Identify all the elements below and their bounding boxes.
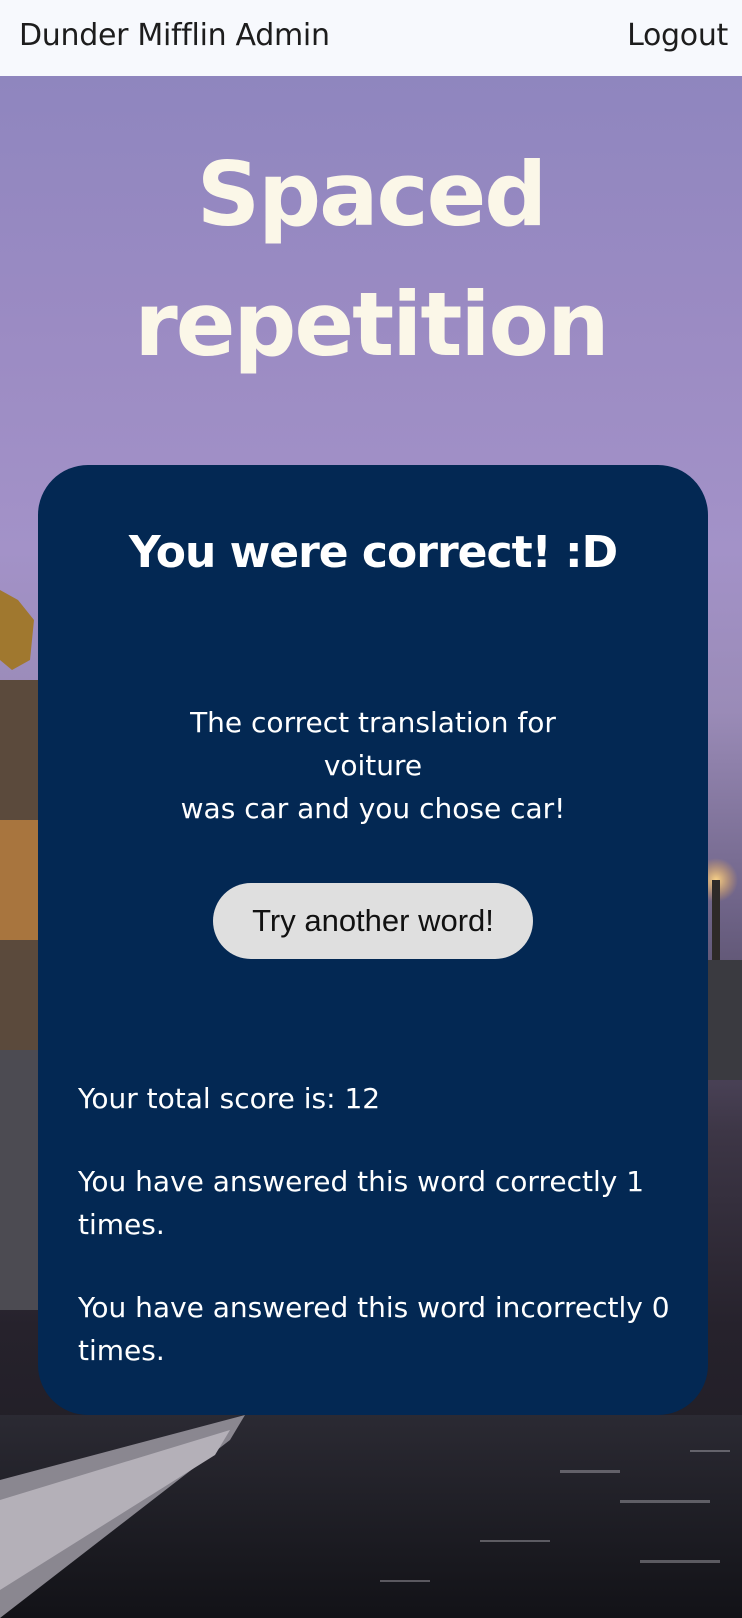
- incorrect-count: You have answered this word incorrectly …: [78, 1291, 670, 1367]
- feedback-line-3: was car and you chose car!: [180, 792, 566, 825]
- title-line-1: Spaced: [196, 143, 548, 246]
- translation-feedback: The correct translation for voiture was …: [38, 701, 708, 830]
- title-line-2: repetition: [134, 273, 609, 376]
- score-stats: Your total score is: 12 You have answere…: [78, 1077, 678, 1412]
- try-another-word-button[interactable]: Try another word!: [213, 883, 533, 959]
- page-title: Spaced repetition: [0, 130, 742, 390]
- top-navbar: Dunder Mifflin Admin Logout: [0, 0, 742, 76]
- brand-link[interactable]: Dunder Mifflin Admin: [19, 18, 330, 53]
- result-heading: You were correct! :D: [128, 527, 618, 578]
- original-word: voiture: [323, 749, 423, 782]
- total-score: Your total score is: 12: [78, 1082, 381, 1115]
- correct-count: You have answered this word correctly 1 …: [78, 1165, 645, 1241]
- feedback-line-1: The correct translation for: [190, 706, 556, 739]
- feedback-card: You were correct! :D The correct transla…: [38, 465, 708, 1415]
- logout-link[interactable]: Logout: [627, 18, 728, 53]
